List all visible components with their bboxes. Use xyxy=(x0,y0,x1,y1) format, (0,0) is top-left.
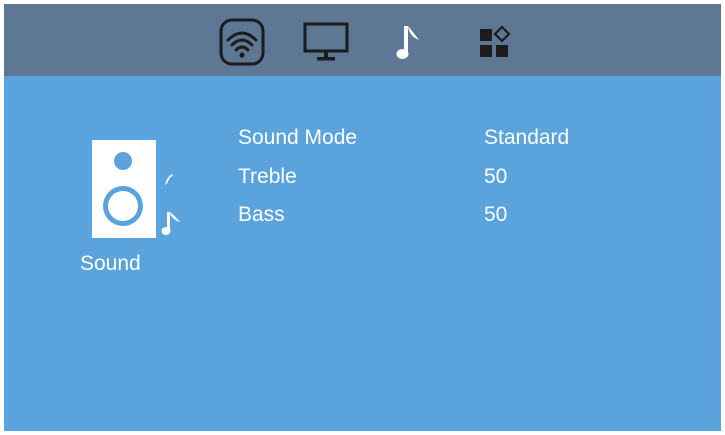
setting-value: Standard xyxy=(484,126,570,149)
setting-value: 50 xyxy=(484,165,508,188)
setting-label: Treble xyxy=(238,165,297,188)
setting-value: 50 xyxy=(484,203,508,226)
monitor-icon xyxy=(303,22,349,61)
tab-apps[interactable] xyxy=(469,17,519,67)
panel-title: Sound xyxy=(80,252,141,275)
music-note-icon xyxy=(396,26,419,59)
tab-network[interactable] xyxy=(217,17,267,67)
setting-row-treble[interactable]: Treble 50 xyxy=(4,165,721,195)
tab-sound[interactable] xyxy=(384,17,434,67)
setting-label: Bass xyxy=(238,203,285,226)
apps-icon xyxy=(480,25,511,57)
wifi-icon xyxy=(219,18,265,66)
setting-row-bass[interactable]: Bass 50 xyxy=(4,203,721,233)
tab-display[interactable] xyxy=(301,17,351,67)
settings-screen: Sound Sound Mode Standard Treble 50 Bass… xyxy=(4,4,721,431)
setting-row-sound-mode[interactable]: Sound Mode Standard xyxy=(4,126,721,156)
category-tab-bar xyxy=(4,4,721,76)
setting-label: Sound Mode xyxy=(238,126,358,149)
